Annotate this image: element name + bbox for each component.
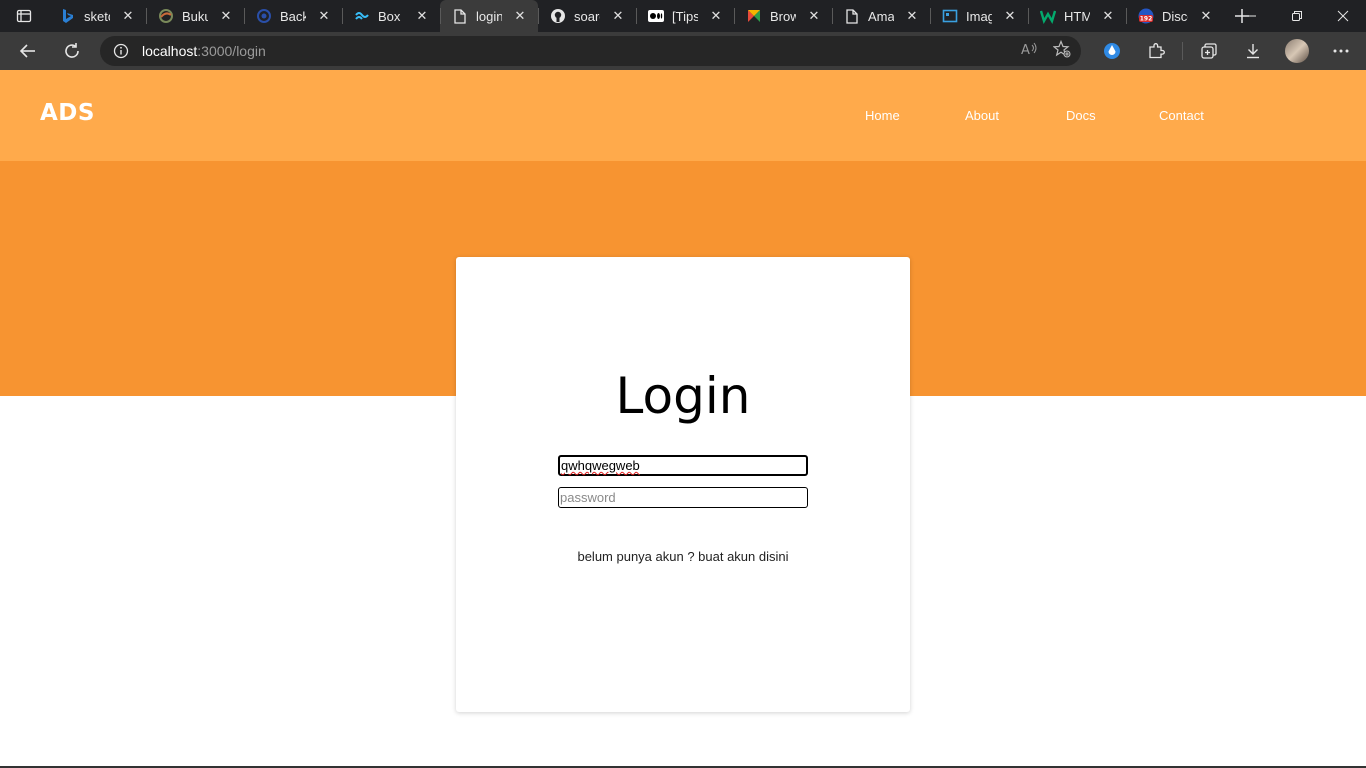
close-tab-icon[interactable]: ✕ bbox=[1098, 8, 1118, 24]
medium-icon bbox=[648, 8, 664, 24]
more-icon bbox=[1333, 49, 1349, 53]
close-tab-icon[interactable]: ✕ bbox=[1196, 8, 1216, 24]
nav-contact[interactable]: Contact bbox=[1159, 108, 1204, 123]
svg-text:192: 192 bbox=[1140, 16, 1153, 23]
tab-title: sketch bbox=[84, 8, 110, 24]
page-icon bbox=[452, 8, 468, 24]
tab-ama[interactable]: Ama ✕ bbox=[832, 0, 930, 32]
tab-htm[interactable]: HTM ✕ bbox=[1028, 0, 1126, 32]
swirl-icon bbox=[158, 8, 174, 24]
toolbar-right bbox=[1090, 32, 1363, 70]
tailwind-icon bbox=[354, 8, 370, 24]
tab-title: Ama bbox=[868, 8, 894, 24]
tab-sketch[interactable]: sketch ✕ bbox=[48, 0, 146, 32]
close-tab-icon[interactable]: ✕ bbox=[216, 8, 236, 24]
tab-backend[interactable]: Backend ✕ bbox=[244, 0, 342, 32]
close-tab-icon[interactable]: ✕ bbox=[412, 8, 432, 24]
toolbar-separator bbox=[1182, 42, 1183, 60]
close-tab-icon[interactable]: ✕ bbox=[314, 8, 334, 24]
nav-about[interactable]: About bbox=[965, 108, 999, 123]
read-aloud-icon[interactable]: A bbox=[1021, 41, 1039, 62]
login-title: Login bbox=[615, 367, 751, 425]
close-window-button[interactable] bbox=[1320, 0, 1366, 32]
add-favorite-icon[interactable] bbox=[1052, 39, 1071, 63]
svg-text:A: A bbox=[1021, 43, 1030, 57]
tab-title: Buku bbox=[182, 8, 208, 24]
tab-title: login bbox=[476, 8, 502, 24]
password-input[interactable] bbox=[558, 487, 808, 508]
tab-buku[interactable]: Buku ✕ bbox=[146, 0, 244, 32]
close-tab-icon[interactable]: ✕ bbox=[118, 8, 138, 24]
address-bar[interactable]: localhost:3000/login A bbox=[100, 36, 1081, 66]
downloads-button[interactable] bbox=[1231, 35, 1275, 67]
close-tab-icon[interactable]: ✕ bbox=[608, 8, 628, 24]
puzzle-icon bbox=[1149, 43, 1165, 59]
username-value: qwhqwegweb bbox=[561, 458, 640, 473]
refresh-button[interactable] bbox=[53, 35, 91, 67]
tab-title: [Tips bbox=[672, 8, 698, 24]
site-brand[interactable]: ADS bbox=[40, 100, 95, 126]
minimize-button[interactable] bbox=[1228, 0, 1274, 32]
url-host: localhost bbox=[142, 43, 198, 59]
settings-menu-button[interactable] bbox=[1319, 35, 1363, 67]
page-icon bbox=[844, 8, 860, 24]
tab-brow[interactable]: Brow ✕ bbox=[734, 0, 832, 32]
w3-icon bbox=[1040, 8, 1056, 24]
site-info-icon[interactable] bbox=[100, 43, 142, 59]
refresh-icon bbox=[65, 43, 79, 58]
image-frame-icon bbox=[942, 8, 958, 24]
username-input[interactable]: qwhqwegweb bbox=[558, 455, 808, 476]
back-arrow-icon bbox=[19, 44, 35, 58]
colorful-logo-icon bbox=[746, 8, 762, 24]
extension-button[interactable] bbox=[1090, 35, 1134, 67]
close-icon bbox=[1337, 10, 1349, 22]
tab-login[interactable]: login ✕ bbox=[440, 0, 538, 32]
window-controls bbox=[1228, 0, 1366, 32]
collections-icon bbox=[1201, 43, 1217, 59]
close-tab-icon[interactable]: ✕ bbox=[706, 8, 726, 24]
tab-title: Brow bbox=[770, 8, 796, 24]
bing-icon bbox=[60, 8, 76, 24]
restore-button[interactable] bbox=[1274, 0, 1320, 32]
nav-home[interactable]: Home bbox=[865, 108, 900, 123]
close-tab-icon[interactable]: ✕ bbox=[510, 8, 530, 24]
github-icon bbox=[550, 8, 566, 24]
tab-box-s[interactable]: Box S ✕ bbox=[342, 0, 440, 32]
login-card: Login qwhqwegweb belum punya akun ? buat… bbox=[456, 257, 910, 712]
avatar bbox=[1285, 39, 1309, 63]
tab-actions-button[interactable] bbox=[0, 0, 48, 32]
edge-logo-icon bbox=[256, 8, 272, 24]
url-text[interactable]: localhost:3000/login bbox=[142, 43, 266, 59]
tab-title: Imag bbox=[966, 8, 992, 24]
tab-tips[interactable]: [Tips ✕ bbox=[636, 0, 734, 32]
browser-tab-bar: sketch ✕ Buku ✕ Backend ✕ Box S ✕ login … bbox=[0, 0, 1366, 32]
site-navbar: ADS Home About Docs Contact bbox=[0, 70, 1366, 161]
tab-actions-icon bbox=[16, 9, 32, 23]
back-button[interactable] bbox=[9, 35, 47, 67]
tab-imag[interactable]: Imag ✕ bbox=[930, 0, 1028, 32]
minimize-icon bbox=[1246, 15, 1256, 17]
browser-toolbar: localhost:3000/login A bbox=[0, 32, 1366, 70]
profile-button[interactable] bbox=[1275, 35, 1319, 67]
download-icon bbox=[1247, 44, 1259, 59]
tab-title: Backend bbox=[280, 8, 306, 24]
tab-title: Disco bbox=[1162, 8, 1188, 24]
url-path: :3000/login bbox=[197, 43, 266, 59]
extensions-button[interactable] bbox=[1134, 35, 1178, 67]
collections-button[interactable] bbox=[1187, 35, 1231, 67]
tab-title: Box S bbox=[378, 8, 404, 24]
tab-title: HTM bbox=[1064, 8, 1090, 24]
badge-192-icon: 192 bbox=[1138, 8, 1154, 24]
close-tab-icon[interactable]: ✕ bbox=[804, 8, 824, 24]
close-tab-icon[interactable]: ✕ bbox=[1000, 8, 1020, 24]
web-page: ADS Home About Docs Contact Login qwhqwe… bbox=[0, 70, 1366, 768]
tab-title: soarc bbox=[574, 8, 600, 24]
tab-soarc[interactable]: soarc ✕ bbox=[538, 0, 636, 32]
close-tab-icon[interactable]: ✕ bbox=[902, 8, 922, 24]
nav-docs[interactable]: Docs bbox=[1066, 108, 1096, 123]
restore-icon bbox=[1292, 11, 1302, 21]
tab-disco[interactable]: 192 Disco ✕ bbox=[1126, 0, 1224, 32]
signup-link[interactable]: belum punya akun ? buat akun disini bbox=[456, 549, 910, 564]
blue-drop-extension-icon bbox=[1104, 43, 1120, 59]
